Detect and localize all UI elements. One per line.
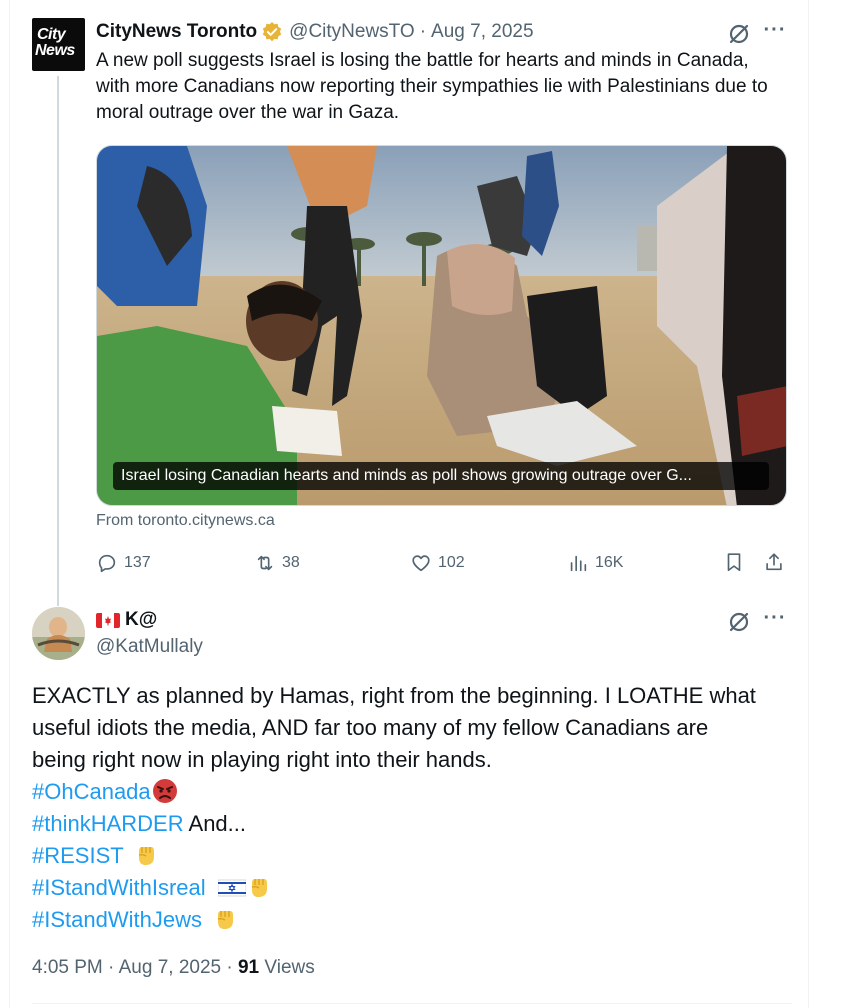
avatar-logo-text-bottom: News [35, 42, 75, 59]
like-icon [412, 555, 430, 572]
hashtag-istandwithisreal[interactable]: #IStandWithIsreal [32, 875, 206, 900]
hashtag-resist[interactable]: #RESIST [32, 843, 123, 868]
meta-separator: · [108, 957, 115, 978]
hashtag-line-3: #RESIST [32, 840, 792, 872]
author-name-main[interactable]: K@ [125, 609, 157, 631]
views-count: 16K [595, 554, 624, 571]
like-count: 102 [438, 554, 465, 571]
citynews-avatar[interactable]: City News [32, 18, 85, 71]
views-icon [570, 555, 587, 572]
katmullaly-avatar[interactable] [32, 607, 85, 660]
views-count-main[interactable]: 91 [238, 957, 259, 978]
repost-button[interactable]: 38 [254, 550, 300, 576]
israel-flag-icon [217, 879, 246, 897]
author-handle[interactable]: @CityNewsTO [289, 21, 415, 43]
timeline-border-left [9, 0, 10, 1008]
hashtag-istandwithjews[interactable]: #IStandWithJews [32, 907, 202, 932]
author-name[interactable]: CityNews Toronto [96, 21, 257, 43]
timeline-border-right [808, 0, 809, 1008]
header-separator: · [419, 21, 427, 42]
hashtag-line-2: #thinkHARDER And... [32, 808, 792, 840]
link-card-image[interactable]: Israel losing Canadian hearts and minds … [96, 145, 787, 506]
hashtag-suffix-text: And... [188, 811, 246, 836]
avatar-photo [32, 607, 85, 660]
raised-fist-icon [251, 879, 267, 897]
views-button[interactable]: 16K [567, 550, 623, 576]
like-button[interactable]: 102 [410, 550, 465, 576]
more-icon-main[interactable]: ··· [762, 608, 788, 635]
tweet-header-main: K@ [96, 608, 157, 632]
author-handle-main[interactable]: @KatMullaly [96, 636, 203, 658]
bookmark-icon[interactable] [723, 551, 745, 573]
canada-flag-icon [96, 612, 120, 628]
share-icon[interactable] [763, 551, 785, 573]
views-label: Views [264, 957, 315, 978]
hashtag-line-1: #OhCanada [32, 776, 792, 808]
grok-icon-main[interactable] [726, 609, 752, 635]
tweet-date-main[interactable]: Aug 7, 2025 [119, 957, 221, 978]
verified-badge-icon [262, 22, 282, 42]
body-line-2: useful idiots the media, AND far too man… [32, 715, 709, 740]
reply-icon [98, 554, 116, 573]
meta-separator: · [226, 957, 233, 978]
more-icon[interactable]: ··· [762, 20, 788, 47]
news-photo [97, 146, 786, 505]
tweet-time[interactable]: 4:05 PM [32, 957, 103, 978]
tweet-text: A new poll suggests Israel is losing the… [96, 50, 768, 123]
raised-fist-icon [217, 911, 234, 929]
grok-icon[interactable] [726, 21, 752, 47]
body-line-1: EXACTLY as planned by Hamas, right from … [32, 683, 756, 708]
hashtag-line-5: #IStandWithJews [32, 904, 792, 936]
angry-face-icon [152, 779, 177, 803]
thread-connector-line [57, 76, 59, 606]
tweet-body-main: EXACTLY as planned by Hamas, right from … [32, 680, 792, 936]
tweet-date[interactable]: Aug 7, 2025 [431, 21, 533, 43]
hashtag-ohcanada[interactable]: #OhCanada [32, 779, 151, 804]
tweet-header: CityNews Toronto @CityNewsTO · Aug 7, 20… [96, 20, 534, 44]
link-source[interactable]: From toronto.citynews.ca [96, 512, 275, 530]
reply-button[interactable]: 137 [96, 550, 151, 576]
repost-count: 38 [282, 554, 300, 571]
reply-count: 137 [124, 554, 151, 571]
repost-icon [257, 555, 273, 571]
hashtag-thinkharder[interactable]: #thinkHARDER [32, 811, 184, 836]
body-line-3: being right now in playing right into th… [32, 747, 492, 772]
link-card-caption[interactable]: Israel losing Canadian hearts and minds … [113, 462, 769, 490]
divider [32, 1003, 792, 1004]
tweet-meta: 4:05 PM · Aug 7, 2025 · 91 Views [32, 957, 315, 979]
hashtag-line-4: #IStandWithIsreal [32, 872, 792, 904]
raised-fist-icon [139, 847, 155, 865]
